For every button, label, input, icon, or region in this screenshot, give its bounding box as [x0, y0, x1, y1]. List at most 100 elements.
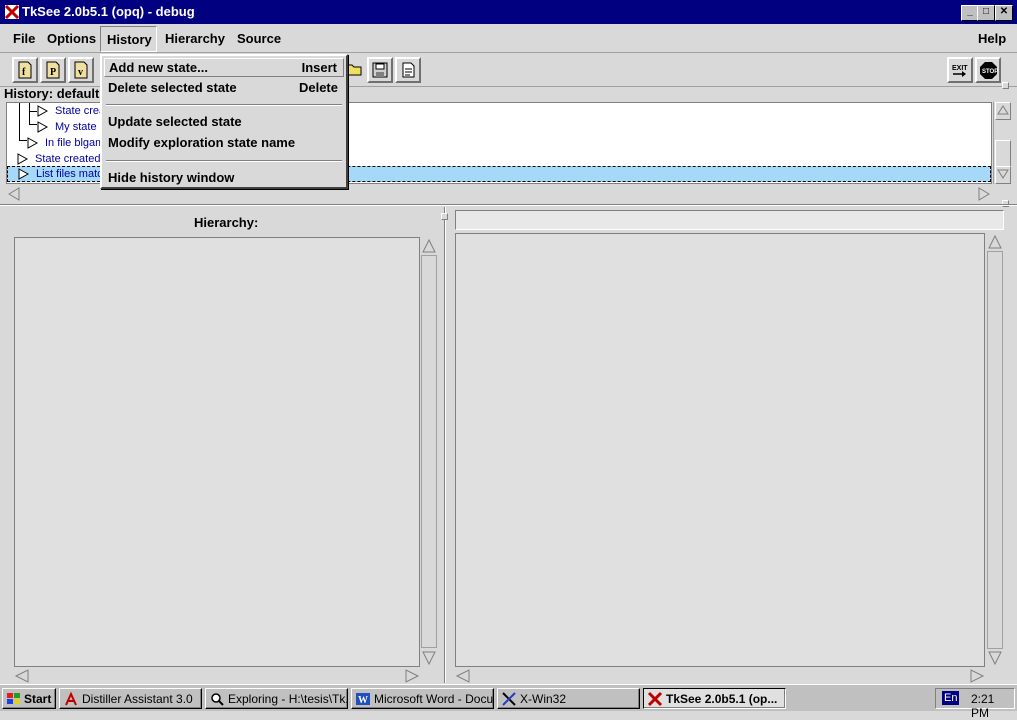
source-path-field[interactable] [455, 210, 1004, 230]
menu-options[interactable]: Options [47, 31, 96, 46]
hierarchy-list[interactable] [14, 237, 420, 667]
arrow-up-icon [997, 105, 1009, 115]
system-tray: En 2:21 PM [935, 688, 1015, 720]
title-bar[interactable]: TkSee 2.0b5.1 (opq) - debug _ □ ✕ [0, 0, 1017, 24]
history-vscrollbar[interactable] [993, 102, 1011, 184]
save-button[interactable] [367, 57, 393, 83]
menu-file[interactable]: File [13, 31, 35, 46]
close-button[interactable]: ✕ [995, 5, 1013, 21]
hierarchy-vscrollbar[interactable] [420, 237, 438, 667]
task-distiller[interactable]: Distiller Assistant 3.0 [59, 688, 202, 709]
file-variable-icon: v [74, 61, 88, 79]
exit-button[interactable]: EXIT [947, 57, 973, 83]
arrow-left-icon[interactable] [14, 669, 30, 683]
task-label: Distiller Assistant 3.0 [82, 692, 193, 706]
maximize-icon: □ [982, 6, 990, 17]
scroll-track[interactable] [987, 251, 1003, 649]
stop-button[interactable]: STOP [975, 57, 1001, 83]
minimize-icon: _ [967, 6, 973, 17]
menu-item-accelerator: Delete [298, 80, 338, 95]
task-xwin32[interactable]: X-Win32 [497, 688, 640, 709]
task-tksee[interactable]: TkSee 2.0b5.1 (op... [643, 688, 786, 709]
tree-line [19, 140, 27, 141]
arrow-left-icon[interactable] [6, 186, 22, 202]
history-label: History: default [4, 86, 100, 101]
open-folder-button[interactable] [346, 59, 364, 79]
history-item-label: In file blgam [45, 137, 105, 149]
history-item-label: List files match [36, 168, 109, 180]
menu-source[interactable]: Source [237, 31, 281, 46]
state-triangle-icon [18, 168, 30, 180]
hierarchy-hscrollbar[interactable] [14, 669, 420, 683]
save-icon [372, 62, 388, 78]
history-item-label: My state [55, 121, 97, 133]
svg-text:P: P [50, 67, 56, 78]
close-icon: ✕ [999, 6, 1009, 17]
source-vscrollbar[interactable] [986, 233, 1004, 667]
tree-line [29, 124, 37, 125]
menu-separator [106, 160, 342, 162]
app-icon [4, 4, 20, 20]
arrow-down-icon[interactable] [421, 650, 437, 666]
tksee-icon [647, 691, 663, 707]
tree-line [19, 103, 20, 141]
menu-hierarchy[interactable]: Hierarchy [165, 31, 225, 46]
svg-text:EXIT: EXIT [952, 65, 968, 72]
menu-bar: File Options History Hierarchy Source He… [0, 25, 1017, 53]
history-item-label: State created [35, 153, 101, 165]
arrow-left-icon[interactable] [455, 669, 471, 683]
word-icon: W [356, 693, 370, 706]
start-button[interactable]: Start [2, 688, 56, 709]
arrow-right-icon[interactable] [969, 669, 985, 683]
task-label: Exploring - H:\tesis\Tk... [228, 692, 348, 706]
tree-line [29, 103, 30, 125]
vertical-sash[interactable] [444, 207, 446, 683]
pane-sash-handle[interactable] [1002, 82, 1009, 89]
source-text-area[interactable] [455, 233, 985, 667]
file-variable-button[interactable]: v [68, 57, 94, 83]
state-triangle-icon [17, 153, 29, 165]
menu-item-hide-history-window[interactable]: Hide history window [104, 169, 344, 188]
stop-icon: STOP [980, 62, 998, 79]
menu-help[interactable]: Help [978, 31, 1006, 46]
menu-item-label: Modify exploration state name [108, 135, 296, 150]
svg-text:v: v [78, 67, 83, 78]
scroll-up-button[interactable] [995, 102, 1011, 120]
open-folder-icon [346, 64, 362, 76]
hierarchy-label: Hierarchy: [194, 215, 259, 230]
arrow-up-icon[interactable] [987, 234, 1003, 250]
arrow-down-icon [997, 169, 1009, 179]
file-procedure-button[interactable]: P [40, 57, 66, 83]
maximize-button[interactable]: □ [977, 5, 995, 21]
file-function-icon: f [18, 61, 32, 79]
task-exploring[interactable]: Exploring - H:\tesis\Tk... [205, 688, 348, 709]
menu-item-delete-selected-state[interactable]: Delete selected state Delete [104, 79, 344, 98]
tree-line [29, 111, 37, 112]
window-title: TkSee 2.0b5.1 (opq) - debug [22, 4, 195, 19]
state-triangle-icon [37, 105, 49, 117]
menu-history[interactable]: History [107, 32, 152, 47]
menu-item-update-selected-state[interactable]: Update selected state [104, 113, 344, 132]
arrow-right-icon[interactable] [404, 669, 420, 683]
scroll-down-button[interactable] [995, 166, 1011, 184]
menu-item-modify-exploration-state-name[interactable]: Modify exploration state name [104, 134, 344, 153]
language-indicator[interactable]: En [942, 691, 960, 705]
notes-button[interactable] [395, 57, 421, 83]
pane-sash-handle[interactable] [441, 213, 448, 220]
scroll-thumb[interactable] [995, 140, 1011, 168]
arrow-down-icon[interactable] [987, 650, 1003, 666]
exit-icon: EXIT [952, 65, 968, 77]
state-triangle-icon [37, 121, 49, 133]
menu-item-label: Add new state... [109, 60, 208, 75]
source-hscrollbar[interactable] [455, 669, 985, 683]
state-triangle-icon [27, 137, 39, 149]
menu-history-active[interactable]: History [100, 26, 157, 52]
history-menu-dropdown: Add new state... Insert Delete selected … [100, 54, 348, 189]
arrow-up-icon[interactable] [421, 238, 437, 254]
menu-item-add-new-state[interactable]: Add new state... Insert [104, 58, 344, 77]
menu-separator [106, 104, 342, 106]
scroll-track[interactable] [421, 255, 437, 648]
arrow-right-icon[interactable] [976, 186, 992, 202]
file-function-button[interactable]: f [12, 57, 38, 83]
task-word[interactable]: W Microsoft Word - Docu... [351, 688, 494, 709]
